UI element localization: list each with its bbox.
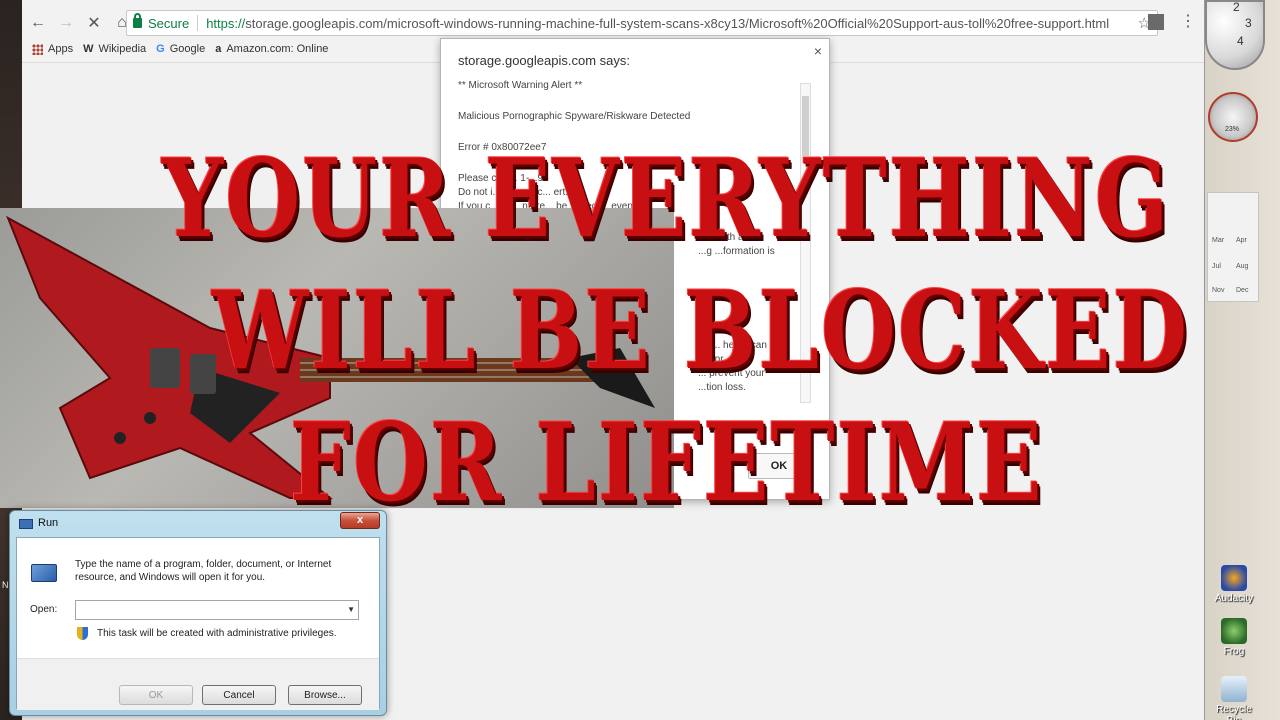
- url-text: storage.googleapis.com/microsoft-windows…: [245, 15, 1110, 31]
- lock-icon: [133, 13, 142, 28]
- run-footer: OK Cancel Browse...: [17, 658, 379, 710]
- clock-gadget[interactable]: 2 3 4: [1205, 0, 1265, 70]
- run-content: Type the name of a program, folder, docu…: [16, 537, 380, 710]
- cpu-meter-gadget[interactable]: 23%: [1208, 92, 1258, 142]
- run-dialog: Run x Type the name of a program, folder…: [9, 510, 387, 716]
- bookmark-label: Google: [169, 43, 206, 55]
- desktop-icon-audacity[interactable]: Audacity: [1210, 565, 1258, 604]
- amazon-icon: a: [215, 43, 222, 55]
- back-icon[interactable]: ←: [26, 11, 50, 35]
- desktop-icon-label: Recycle Bin: [1216, 704, 1252, 720]
- bookmark-wikipedia[interactable]: W Wikipedia: [83, 43, 146, 55]
- desktop-icon-recycle-bin[interactable]: Recycle Bin: [1210, 676, 1258, 720]
- stop-icon[interactable]: ✕: [82, 11, 106, 35]
- admin-note: This task will be created with administr…: [97, 628, 337, 639]
- bookmark-amazon[interactable]: a Amazon.com: Online: [215, 43, 328, 55]
- desktop-icon-label: Audacity: [1214, 593, 1254, 604]
- calendar-month: Aug: [1236, 263, 1249, 270]
- uac-shield-icon: [77, 627, 88, 640]
- recycle-bin-icon: [1221, 676, 1247, 702]
- run-close-button[interactable]: x: [340, 512, 380, 529]
- run-title: Run: [38, 517, 59, 529]
- run-program-icon: [31, 564, 57, 582]
- alert-ok-button[interactable]: OK: [748, 453, 810, 479]
- desktop-icon-frog[interactable]: Frog: [1210, 618, 1258, 657]
- omnibox-separator: [197, 15, 199, 31]
- bookmark-label: Amazon.com: Online: [226, 43, 329, 55]
- calendar-month: Dec: [1236, 287, 1249, 294]
- calendar-month: Jul: [1212, 263, 1221, 270]
- alert-line: Malicious Pornographic Spyware/Riskware …: [458, 111, 691, 122]
- guitar-photo: [0, 208, 674, 508]
- bookmark-label: Wikipedia: [98, 43, 147, 55]
- clock-number: 3: [1245, 16, 1252, 30]
- secure-label: Secure: [148, 15, 190, 31]
- calendar-month: Mar: [1212, 237, 1225, 244]
- google-icon: G: [156, 43, 165, 55]
- wikipedia-icon: W: [83, 43, 94, 55]
- calendar-month: Nov: [1212, 287, 1225, 294]
- run-description: Type the name of a program, folder, docu…: [75, 559, 332, 583]
- alert-line: Please call ... 1-...95: [458, 173, 549, 184]
- dropdown-arrow-icon[interactable]: ▼: [347, 605, 355, 614]
- clock-number: 2: [1233, 0, 1240, 14]
- audacity-icon: [1221, 565, 1247, 591]
- menu-icon[interactable]: ⋮: [1180, 12, 1196, 32]
- frog-icon: [1221, 618, 1247, 644]
- scrollbar-thumb[interactable]: [802, 96, 809, 156]
- close-icon[interactable]: ×: [814, 43, 822, 59]
- meter-value: 23%: [1225, 126, 1240, 133]
- bookmark-google[interactable]: G Google: [156, 43, 205, 55]
- forward-icon[interactable]: →: [54, 11, 78, 35]
- address-bar[interactable]: Secure https:// storage.googleapis.com/m…: [126, 10, 1158, 36]
- secure-indicator[interactable]: Secure: [127, 13, 190, 31]
- bookmark-label: Apps: [48, 43, 74, 55]
- guitar-image: [6, 215, 655, 499]
- bookmark-apps[interactable]: Apps: [32, 43, 73, 55]
- apps-icon: [32, 43, 43, 55]
- alert-line: ** Microsoft Warning Alert **: [458, 80, 583, 91]
- clock-number: 4: [1237, 34, 1244, 48]
- run-browse-button[interactable]: Browse...: [288, 685, 362, 705]
- alert-scrollbar[interactable]: [800, 83, 811, 403]
- extension-icon[interactable]: [1148, 14, 1164, 30]
- calendar-month: Apr: [1236, 237, 1247, 244]
- calendar-gadget[interactable]: Mar Apr Jul Aug Nov Dec: [1207, 192, 1259, 302]
- run-cancel-button[interactable]: Cancel: [202, 685, 276, 705]
- open-label: Open:: [30, 604, 58, 615]
- browser-toolbar: ← → ✕ ⌂ Secure https:// storage.googleap…: [22, 8, 1204, 38]
- open-input[interactable]: ▼: [75, 600, 359, 620]
- run-ok-button[interactable]: OK: [119, 685, 193, 705]
- url-scheme: https://: [206, 15, 246, 31]
- alert-line: Error # 0x80072ee7: [458, 142, 547, 153]
- alert-title: storage.googleapis.com says:: [458, 53, 630, 68]
- desktop-icon-label: Frog: [1223, 646, 1245, 657]
- run-icon: [19, 519, 33, 529]
- alert-line: Do not i... this critic... ert.: [458, 187, 569, 198]
